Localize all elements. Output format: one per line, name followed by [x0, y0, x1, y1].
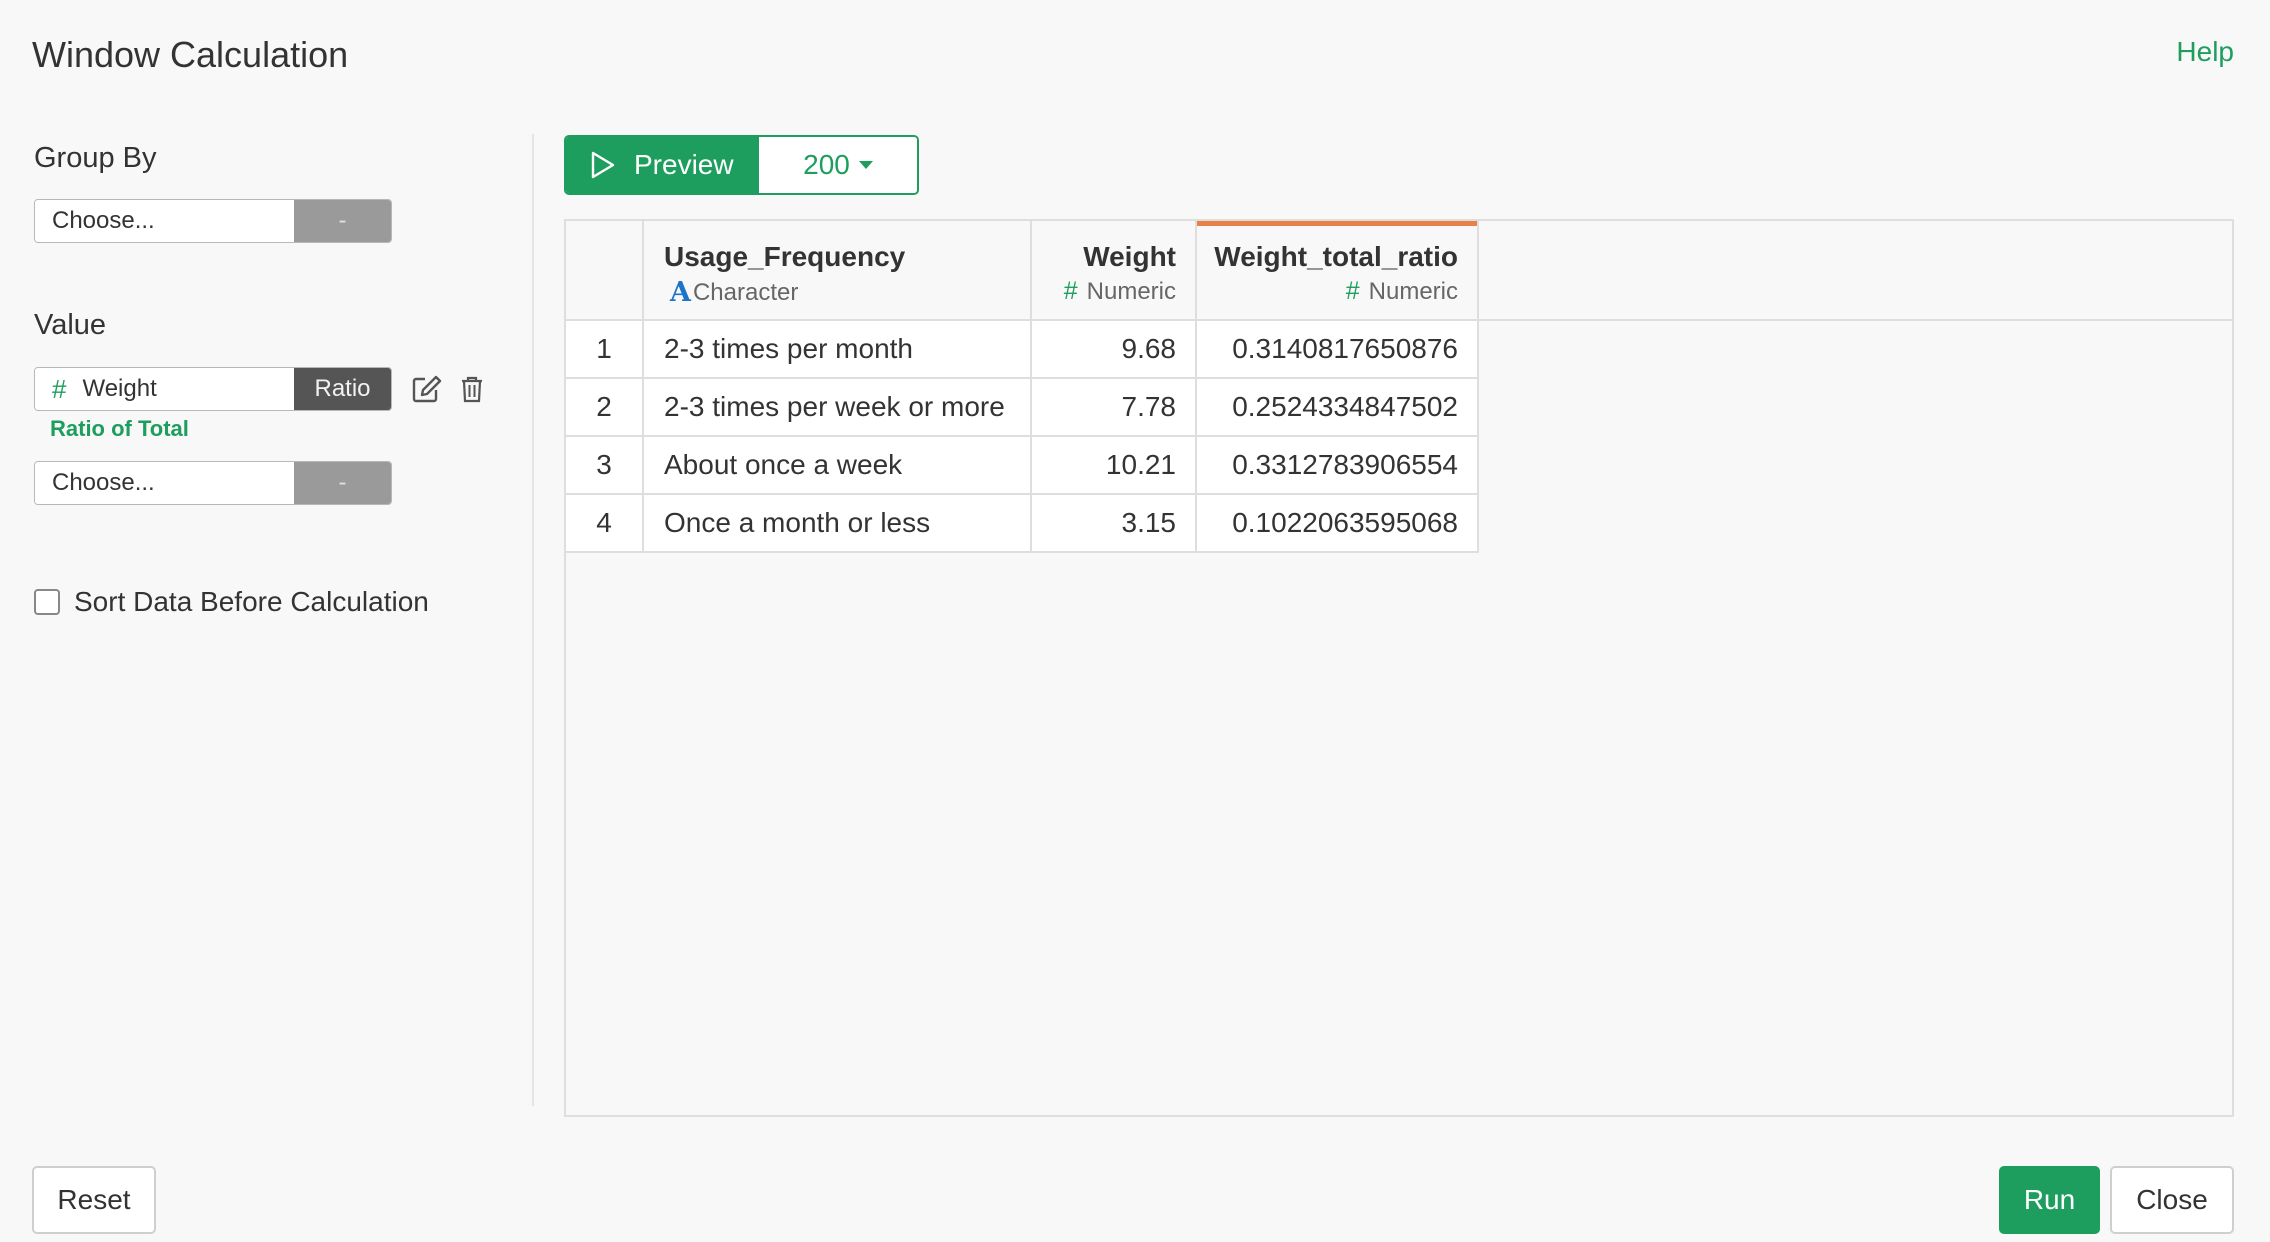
column-name: Usage_Frequency: [664, 241, 906, 272]
column-name: Weight_total_ratio: [1214, 241, 1458, 272]
panel-divider: [532, 134, 534, 1106]
preview-rows-value: 200: [803, 149, 850, 180]
column-type: A Character: [670, 277, 798, 308]
play-icon: [591, 151, 615, 179]
reset-button[interactable]: Reset: [32, 1166, 156, 1234]
value-label: Value: [34, 309, 107, 341]
sort-data-checkbox[interactable]: [34, 589, 60, 615]
column-type-label: Character: [692, 278, 799, 306]
column-type-label: Numeric: [1086, 277, 1176, 305]
preview-button-label: Preview: [634, 149, 734, 180]
second-value-column-select[interactable]: Choose...: [35, 462, 294, 504]
preview-table: Usage_Frequency A Character Weight # Num…: [564, 219, 2234, 1117]
chevron-down-icon: [858, 161, 873, 169]
character-type-icon: A: [670, 277, 691, 308]
numeric-type-icon: #: [1063, 277, 1078, 305]
calculation-type-button[interactable]: Ratio: [294, 368, 391, 410]
table-cell: 9.68: [1032, 321, 1197, 379]
sort-data-label: Sort Data Before Calculation: [74, 586, 429, 617]
table-cell: 3.15: [1032, 495, 1197, 553]
table-cell: 2-3 times per month: [644, 321, 1032, 379]
row-index: 2: [566, 379, 644, 437]
row-index-header: [566, 221, 644, 321]
table-cell: 0.2524334847502: [1197, 379, 1479, 437]
group-by-option-button[interactable]: -: [294, 200, 391, 242]
numeric-type-icon: #: [1345, 277, 1360, 305]
table-cell: 10.21: [1032, 437, 1197, 495]
table-cell: 0.1022063595068: [1197, 495, 1479, 553]
trash-icon[interactable]: [455, 372, 489, 406]
table-cell: Once a month or less: [644, 495, 1032, 553]
calculation-description: Ratio of Total: [50, 416, 189, 441]
second-value-option-button[interactable]: -: [294, 462, 391, 504]
table-cell: 2-3 times per week or more: [644, 379, 1032, 437]
value-column-select[interactable]: # Weight: [35, 368, 294, 410]
value-column-name: Weight: [82, 375, 157, 402]
table-cell: About once a week: [644, 437, 1032, 495]
column-header[interactable]: Usage_Frequency A Character: [644, 221, 1032, 321]
column-type: # Numeric: [1064, 277, 1176, 306]
table-cell: 0.3140817650876: [1197, 321, 1479, 379]
table-cell: 7.78: [1032, 379, 1197, 437]
row-index: 1: [566, 321, 644, 379]
edit-icon[interactable]: [410, 372, 444, 406]
column-name: Weight: [1083, 241, 1176, 272]
group-by-column-select[interactable]: Choose...: [35, 200, 294, 242]
preview-rows-dropdown[interactable]: 200: [759, 137, 917, 193]
column-header[interactable]: Weight # Numeric: [1032, 221, 1197, 321]
group-by-selector[interactable]: Choose... -: [34, 199, 392, 243]
preview-button[interactable]: Preview: [566, 137, 759, 193]
value-selector[interactable]: # Weight Ratio: [34, 367, 392, 411]
row-index: 3: [566, 437, 644, 495]
table-cell: 0.3312783906554: [1197, 437, 1479, 495]
help-link[interactable]: Help: [2176, 36, 2234, 68]
new-column-marker: [1197, 221, 1477, 226]
column-type-label: Numeric: [1368, 277, 1458, 305]
row-index: 4: [566, 495, 644, 553]
close-button[interactable]: Close: [2110, 1166, 2234, 1234]
run-button[interactable]: Run: [1999, 1166, 2100, 1234]
preview-controls: Preview 200: [564, 135, 919, 195]
column-type: # Numeric: [1346, 277, 1458, 306]
column-header[interactable]: Weight_total_ratio # Numeric: [1197, 221, 1479, 321]
second-value-selector[interactable]: Choose... -: [34, 461, 392, 505]
group-by-label: Group By: [34, 142, 157, 174]
numeric-type-icon: #: [52, 373, 67, 404]
header-filler: [1479, 221, 2232, 321]
dialog-title: Window Calculation: [32, 34, 349, 75]
sort-data-option[interactable]: Sort Data Before Calculation: [34, 586, 429, 618]
